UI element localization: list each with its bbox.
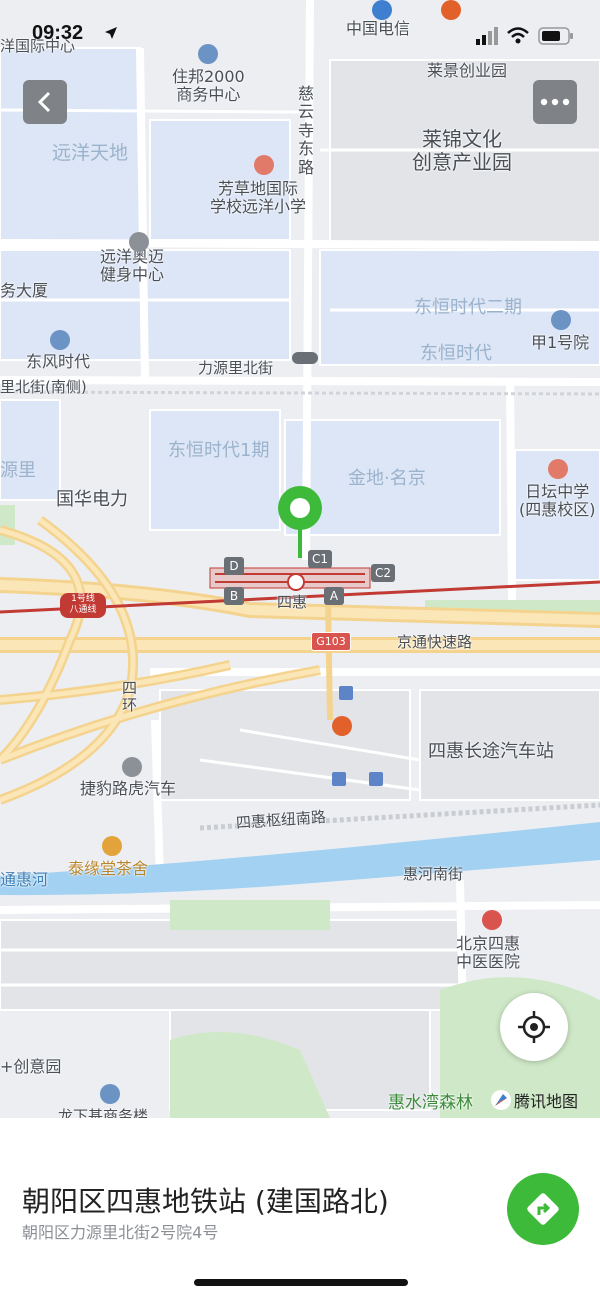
crosshair-icon [518,1011,550,1043]
exit-c2[interactable]: C2 [371,564,395,582]
school-icon [548,459,568,479]
highway-badge: G103 [311,632,351,651]
map-logo-text: 腾讯地图 [514,1092,579,1111]
fitness-icon [129,232,149,252]
more-icon [540,98,570,106]
subway-station-icon [287,573,305,591]
car-icon [122,757,142,777]
bus-stop-icon [369,772,383,786]
hospital-icon [482,910,502,930]
signal-icon [476,27,498,45]
home-icon [551,310,571,330]
navigate-button[interactable] [507,1173,579,1245]
wifi-icon [507,27,529,44]
home-indicator [194,1279,408,1286]
building-icon [100,1084,120,1104]
status-bar: 09:32 [0,0,600,48]
mcdonalds-icon [332,716,352,736]
bus-stop-icon [339,686,353,700]
map-view[interactable]: 住邦2000 商务中心 中国电信 莱景创业园 远洋天地 慈 云 寺 东 路 莱锦… [0,0,600,1118]
map-logo: 腾讯地图 [490,1088,578,1112]
traffic-light-icon [292,352,318,364]
compass-logo-icon [491,1090,511,1110]
place-address: 朝阳区力源里北街2号院4号 [22,1223,219,1242]
bus-stop-icon [332,772,346,786]
school-icon [254,155,274,175]
tea-icon [102,836,122,856]
place-title: 朝阳区四惠地铁站 (建国路北) [22,1185,389,1218]
chevron-left-icon [37,91,51,113]
navigation-icon [527,1193,559,1225]
exit-d[interactable]: D [224,557,244,575]
exit-a[interactable]: A [324,587,344,605]
subway-line-badge: 1号线 八通线 [60,593,106,618]
home-icon [50,330,70,350]
more-button[interactable] [533,80,577,124]
location-pin-icon [278,486,322,558]
status-time: 09:32 [32,22,84,44]
back-button[interactable] [23,80,67,124]
battery-icon [538,27,573,45]
exit-b[interactable]: B [224,587,244,605]
location-arrow-icon [105,27,117,39]
locate-button[interactable] [500,993,568,1061]
